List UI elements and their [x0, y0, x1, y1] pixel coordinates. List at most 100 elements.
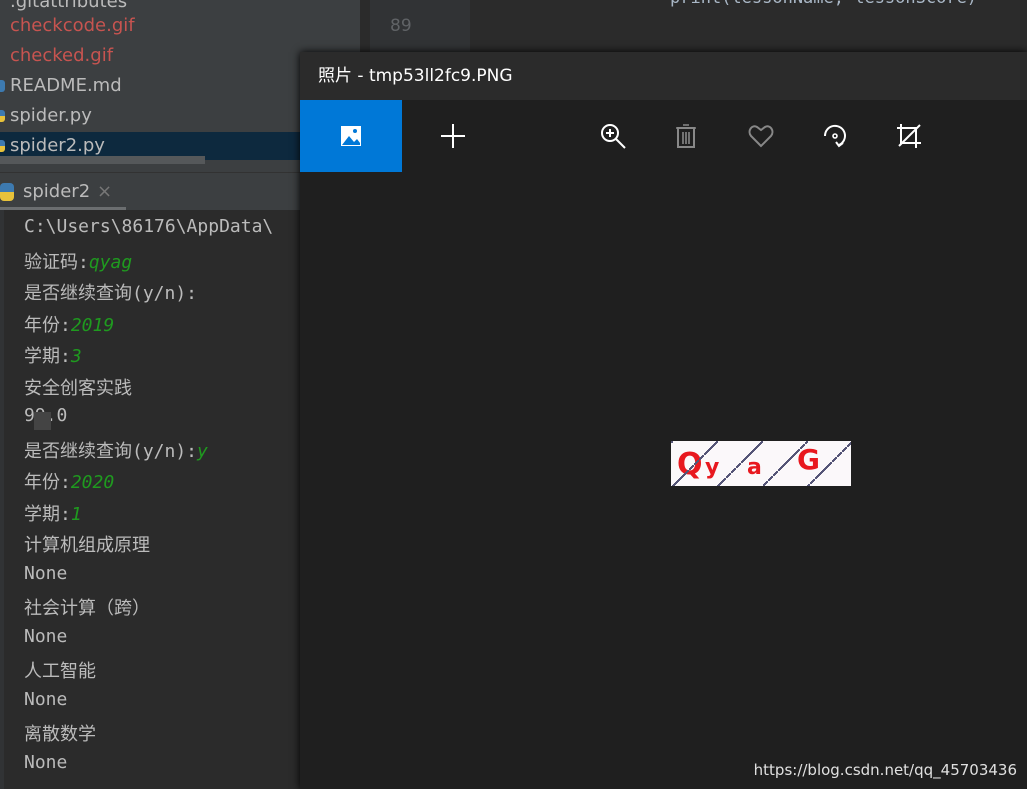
console-output: 离散数学: [24, 724, 96, 745]
console-line: 人工智能: [24, 657, 96, 683]
captcha-noise: [759, 443, 761, 445]
console-user-input: 2019: [70, 314, 115, 336]
captcha-noise: [766, 481, 768, 483]
console-line: 计算机组成原理: [24, 531, 150, 557]
captcha-noise: [828, 464, 830, 466]
captcha-noise: [784, 463, 786, 465]
captcha-noise: [734, 468, 736, 470]
captcha-noise: [678, 479, 680, 481]
captcha-noise: [747, 455, 749, 457]
captcha-noise: [685, 472, 687, 474]
captcha-noise: [692, 465, 694, 467]
captcha-noise: [695, 462, 697, 464]
captcha-noise: [742, 460, 744, 462]
zoom-in-button[interactable]: [578, 100, 648, 172]
captcha-noise: [724, 478, 726, 480]
captcha-noise: [830, 462, 832, 464]
code-editor[interactable]: 89 print(lessonName, lessonScore): [360, 0, 1027, 52]
console-line: 离散数学: [24, 720, 96, 746]
console-output: 验证码:: [24, 251, 89, 273]
watermark: https://blog.csdn.net/qq_45703436: [753, 761, 1017, 779]
rotate-button[interactable]: [800, 100, 870, 172]
captcha-noise: [838, 454, 840, 456]
favorite-button[interactable]: [726, 100, 796, 172]
line-gutter: 89: [370, 0, 470, 52]
captcha-noise: [774, 473, 776, 475]
captcha-char: a: [747, 455, 762, 480]
console-user-input: 3: [70, 346, 82, 367]
captcha-noise: [776, 471, 778, 473]
console-line: 年份:2019: [24, 311, 114, 337]
console-output: None: [24, 562, 68, 584]
captcha-noise: [781, 466, 783, 468]
console-output: None: [24, 751, 68, 773]
image-icon: [341, 126, 361, 146]
console-line: 社会计算（跨）: [24, 594, 150, 620]
console-line: C:\Users\86176\AppData\: [24, 216, 273, 237]
crop-button[interactable]: [874, 100, 944, 172]
captcha-noise: [683, 474, 685, 476]
console-output: 社会计算（跨）: [24, 598, 150, 619]
captcha-noise: [813, 479, 815, 481]
captcha-noise: [794, 453, 796, 455]
captcha-char: y: [705, 455, 720, 480]
captcha-noise: [779, 468, 781, 470]
captcha-image: QyaG: [671, 441, 851, 486]
captcha-noise: [826, 466, 828, 468]
delete-button[interactable]: [651, 100, 721, 172]
console-output: 学期:: [24, 346, 71, 367]
captcha-noise: [771, 476, 773, 478]
captcha-noise: [705, 452, 707, 454]
python-icon: [0, 183, 14, 201]
console-output: 年份:: [24, 314, 71, 336]
captcha-noise: [702, 455, 704, 457]
captcha-noise: [752, 450, 754, 452]
console-output: None: [24, 688, 68, 710]
captcha-noise: [680, 477, 682, 479]
captcha-noise: [806, 441, 808, 443]
photos-toolbar: [300, 100, 1027, 172]
close-icon[interactable]: ×: [97, 181, 112, 202]
captcha-noise: [803, 444, 805, 446]
captcha-noise: [720, 482, 722, 484]
captcha-noise: [801, 446, 803, 448]
captcha-noise: [710, 447, 712, 449]
captcha-noise: [835, 457, 837, 459]
console-line: 学期:1: [24, 500, 82, 526]
trash-icon: [676, 124, 696, 148]
file-checkcode-gif[interactable]: checkcode.gif: [0, 12, 360, 40]
captcha-noise: [732, 470, 734, 472]
captcha-noise: [769, 478, 771, 480]
captcha-noise: [687, 470, 689, 472]
console-output: None: [24, 625, 68, 647]
heart-icon: [748, 125, 774, 148]
run-console[interactable]: C:\Users\86176\AppData\ 验证码:qyag 是否继续查询(y/…: [0, 210, 300, 789]
add-button[interactable]: [418, 100, 488, 172]
photos-app-window: 照片 - tmp53ll2fc9.PNG QyaG: [300, 52, 1027, 789]
console-line: None: [24, 626, 67, 647]
captcha-noise: [715, 442, 717, 444]
horizontal-scrollbar[interactable]: [0, 156, 205, 164]
captcha-noise: [757, 445, 759, 447]
plus-icon: [441, 124, 465, 148]
captcha-noise: [843, 449, 845, 451]
code-line: print(lessonName, lessonScore): [670, 0, 977, 8]
console-line: 验证码:qyag: [24, 248, 132, 274]
console-line: None: [24, 752, 67, 773]
tab-spider2[interactable]: spider2: [23, 181, 90, 202]
view-image-button[interactable]: [300, 100, 402, 172]
captcha-noise: [786, 461, 788, 463]
captcha-noise: [789, 458, 791, 460]
captcha-noise: [739, 463, 741, 465]
crop-icon: [897, 124, 921, 148]
console-line: 年份:2020: [24, 468, 114, 494]
console-output: 年份:: [24, 472, 71, 493]
captcha-noise: [845, 447, 847, 449]
console-output: 学期:: [24, 503, 71, 525]
captcha-noise: [717, 485, 719, 486]
captcha-noise: [675, 482, 677, 484]
markdown-icon: [0, 80, 5, 92]
zoom-in-icon: [601, 124, 626, 149]
captcha-noise: [707, 450, 709, 452]
console-line: 是否继续查询(y/n):y: [24, 437, 208, 463]
